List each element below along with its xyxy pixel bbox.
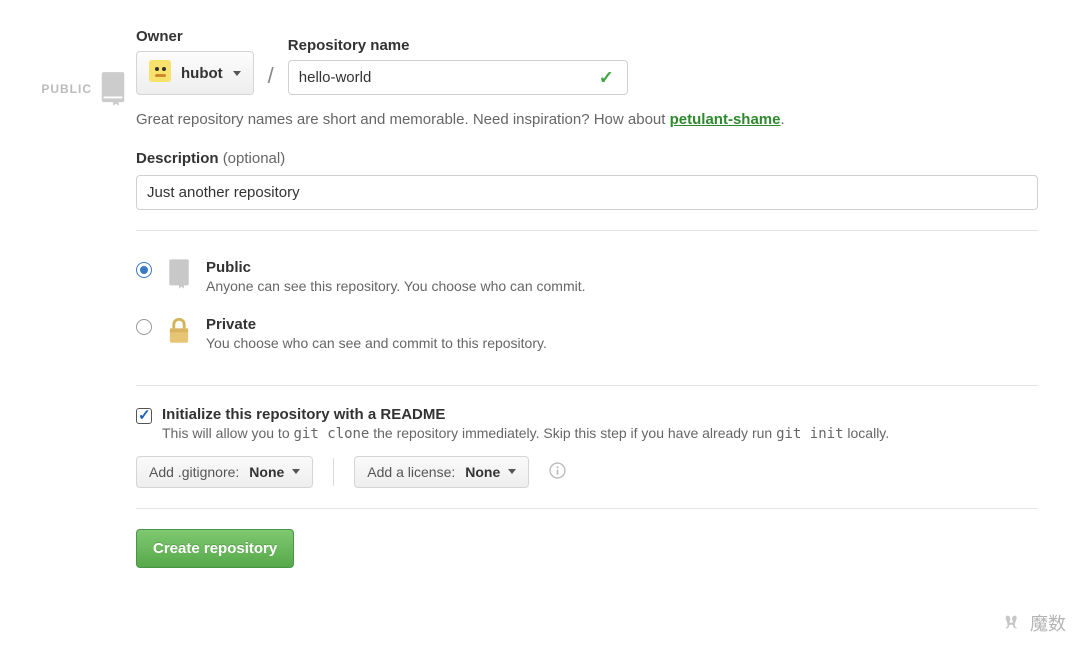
name-helper-text: Great repository names are short and mem… [136, 109, 1038, 132]
info-icon[interactable] [549, 462, 566, 482]
create-repository-button[interactable]: Create repository [136, 529, 294, 568]
description-input[interactable] [136, 175, 1038, 210]
owner-selected: hubot [181, 65, 223, 82]
checkmark-icon: ✓ [599, 67, 614, 88]
caret-down-icon [292, 469, 300, 474]
watermark: 魔数 [1002, 610, 1066, 636]
repo-public-icon [166, 259, 192, 289]
gitignore-dropdown[interactable]: Add .gitignore: None [136, 456, 313, 488]
caret-down-icon [508, 469, 516, 474]
divider [136, 385, 1038, 386]
visibility-public-title: Public [206, 259, 251, 276]
lock-icon [166, 316, 192, 346]
owner-label: Owner [136, 28, 254, 45]
license-dropdown[interactable]: Add a license: None [354, 456, 529, 488]
owner-avatar-icon [149, 60, 171, 86]
visibility-private-title: Private [206, 316, 256, 333]
repo-name-input[interactable] [288, 60, 628, 95]
name-suggestion-link[interactable]: petulant-shame [670, 111, 781, 128]
repo-name-label: Repository name [288, 37, 628, 54]
visibility-private-sub: You choose who can see and commit to thi… [206, 335, 547, 351]
visibility-public-sub: Anyone can see this repository. You choo… [206, 278, 586, 294]
owner-dropdown[interactable]: hubot [136, 51, 254, 95]
visibility-private-radio[interactable] [136, 319, 152, 335]
init-readme-title: Initialize this repository with a README [162, 406, 445, 423]
init-readme-sub: This will allow you to git clone the rep… [162, 425, 889, 442]
left-rail-label: PUBLIC [41, 72, 92, 96]
repo-icon [98, 72, 128, 106]
description-label: Description (optional) [136, 150, 285, 167]
vertical-divider [333, 458, 334, 486]
init-readme-checkbox[interactable] [136, 408, 152, 424]
divider [136, 508, 1038, 509]
visibility-public-radio[interactable] [136, 262, 152, 278]
slash-separator: / [264, 63, 278, 95]
caret-down-icon [233, 71, 241, 76]
divider [136, 230, 1038, 231]
